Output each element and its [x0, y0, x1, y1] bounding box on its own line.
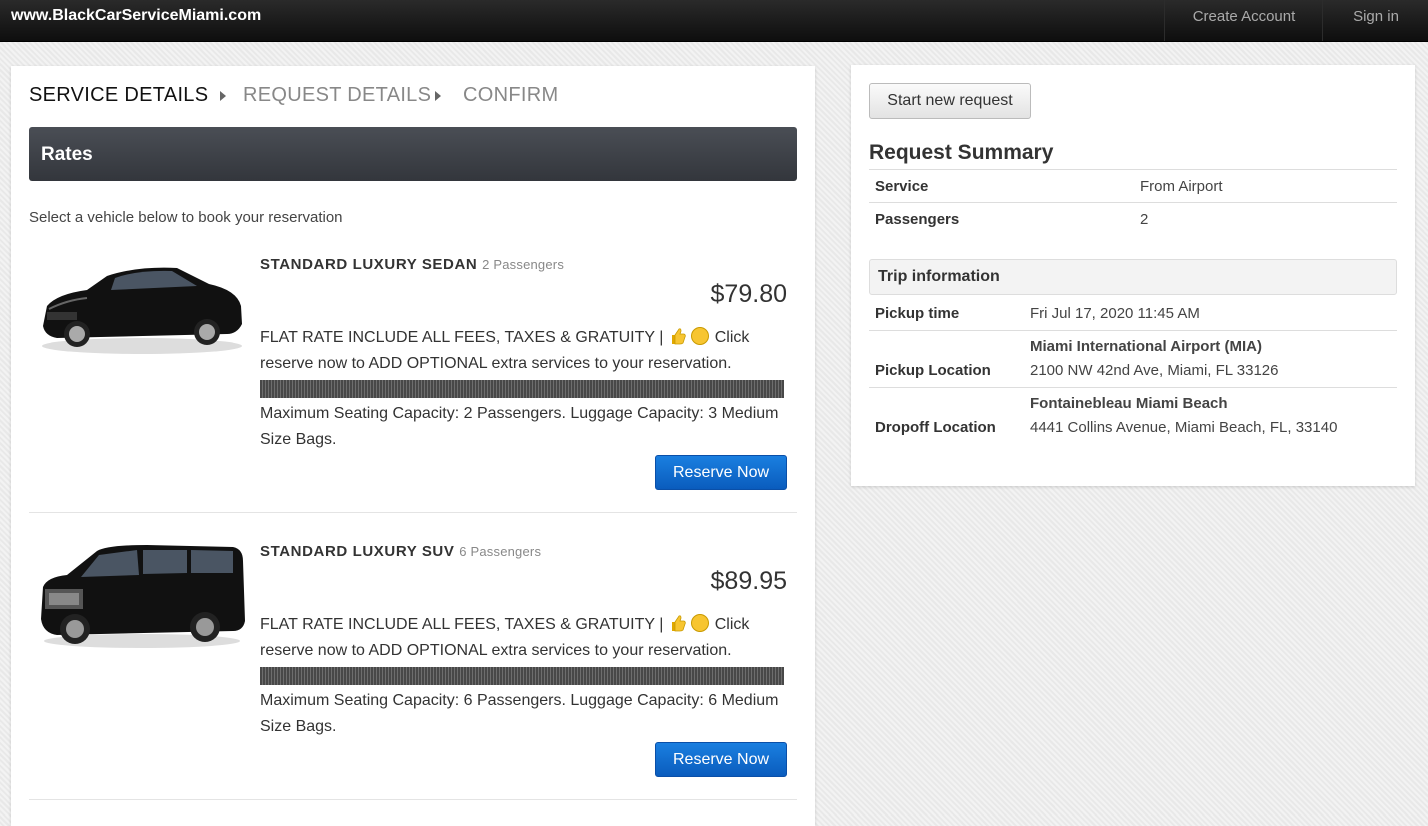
thumbs-up-icon: [671, 615, 686, 632]
trip-row-pickup-location: Pickup Location Miami International Airp…: [869, 330, 1397, 388]
summary-row-passengers: Passengers 2: [869, 202, 1397, 236]
site-brand-link[interactable]: www.BlackCarServiceMiami.com: [11, 7, 261, 25]
service-label: Service: [875, 178, 929, 195]
smiley-icon: [691, 327, 710, 345]
vehicle-description: FLAT RATE INCLUDE ALL FEES, TAXES & GRAT…: [260, 612, 790, 740]
vehicle-name: STANDARD LUXURY SEDAN 2 Passengers: [260, 256, 564, 273]
rate-note: FLAT RATE INCLUDE ALL FEES, TAXES & GRAT…: [260, 616, 664, 633]
reserve-now-button[interactable]: Reserve Now: [655, 455, 787, 490]
start-new-request-button[interactable]: Start new request: [869, 83, 1031, 119]
trip-row-dropoff-location: Dropoff Location Fontainebleau Miami Bea…: [869, 387, 1397, 445]
divider-pattern: [260, 667, 784, 685]
create-account-link[interactable]: Create Account: [1164, 0, 1323, 41]
rate-note-line2: reserve now to ADD OPTIONAL extra servic…: [260, 642, 732, 659]
step-request-details: REQUEST DETAILS: [243, 84, 432, 106]
trip-info-title: Trip information: [878, 268, 1000, 285]
rates-title: Rates: [41, 144, 93, 165]
summary-title: Request Summary: [869, 141, 1054, 164]
sedan-image: [42, 267, 242, 354]
rate-note-click: Click: [714, 616, 750, 633]
pickup-location-label: Pickup Location: [875, 362, 991, 379]
vehicle-price: $79.80: [710, 280, 787, 308]
vehicle-name: STANDARD LUXURY SUV 6 Passengers: [260, 543, 541, 560]
pickup-location-name: Miami International Airport (MIA): [1030, 338, 1262, 355]
vehicle-price: $89.95: [710, 567, 787, 595]
pickup-time-value: Fri Jul 17, 2020 11:45 AM: [1030, 305, 1200, 322]
summary-row-service: Service From Airport: [869, 169, 1397, 203]
step-service-details: SERVICE DETAILS: [29, 84, 209, 106]
suv-image: [41, 545, 245, 648]
passengers-value: 2: [1140, 211, 1149, 228]
thumbs-up-icon: [671, 328, 686, 345]
passengers-label: Passengers: [875, 211, 960, 228]
rate-note: FLAT RATE INCLUDE ALL FEES, TAXES & GRAT…: [260, 329, 664, 346]
step-arrow-icon: [220, 91, 226, 101]
vehicle-description: FLAT RATE INCLUDE ALL FEES, TAXES & GRAT…: [260, 325, 790, 453]
vehicle-passengers: 2 Passengers: [482, 257, 565, 272]
pickup-location-address: 2100 NW 42nd Ave, Miami, FL 33126: [1030, 362, 1279, 379]
booking-panel: SERVICE DETAILS REQUEST DETAILS CONFIRM …: [11, 66, 815, 826]
dropoff-location-address: 4441 Collins Avenue, Miami Beach, FL, 33…: [1030, 419, 1338, 436]
dropoff-location-name: Fontainebleau Miami Beach: [1030, 395, 1228, 412]
rate-note-click: Click: [714, 329, 750, 346]
vehicle-name-text: STANDARD LUXURY SUV: [260, 543, 455, 560]
vehicle-card-suv: STANDARD LUXURY SUV 6 Passengers $89.95 …: [29, 533, 797, 800]
step-arrow-icon: [435, 91, 441, 101]
dropoff-location-label: Dropoff Location: [875, 419, 996, 436]
pickup-time-label: Pickup time: [875, 305, 960, 322]
vehicle-capacity: Maximum Seating Capacity: 6 Passengers. …: [260, 692, 779, 735]
trip-row-pickup-time: Pickup time Fri Jul 17, 2020 11:45 AM: [869, 297, 1397, 330]
smiley-icon: [691, 614, 710, 632]
vehicle-capacity: Maximum Seating Capacity: 2 Passengers. …: [260, 405, 779, 448]
step-confirm: CONFIRM: [463, 84, 559, 106]
reserve-now-button[interactable]: Reserve Now: [655, 742, 787, 777]
rate-note-line2: reserve now to ADD OPTIONAL extra servic…: [260, 355, 732, 372]
trip-info-header: Trip information: [869, 259, 1397, 295]
vehicle-card-sedan: STANDARD LUXURY SEDAN 2 Passengers $79.8…: [29, 246, 797, 513]
top-navbar: www.BlackCarServiceMiami.com Create Acco…: [0, 0, 1428, 42]
divider-pattern: [260, 380, 784, 398]
sign-in-link[interactable]: Sign in: [1322, 0, 1428, 41]
service-value: From Airport: [1140, 178, 1223, 195]
vehicle-name-text: STANDARD LUXURY SEDAN: [260, 256, 478, 273]
vehicle-passengers: 6 Passengers: [459, 544, 542, 559]
rates-header: Rates: [29, 127, 797, 181]
rates-intro-text: Select a vehicle below to book your rese…: [29, 209, 343, 226]
request-summary-panel: Start new request Request Summary Servic…: [851, 65, 1415, 486]
